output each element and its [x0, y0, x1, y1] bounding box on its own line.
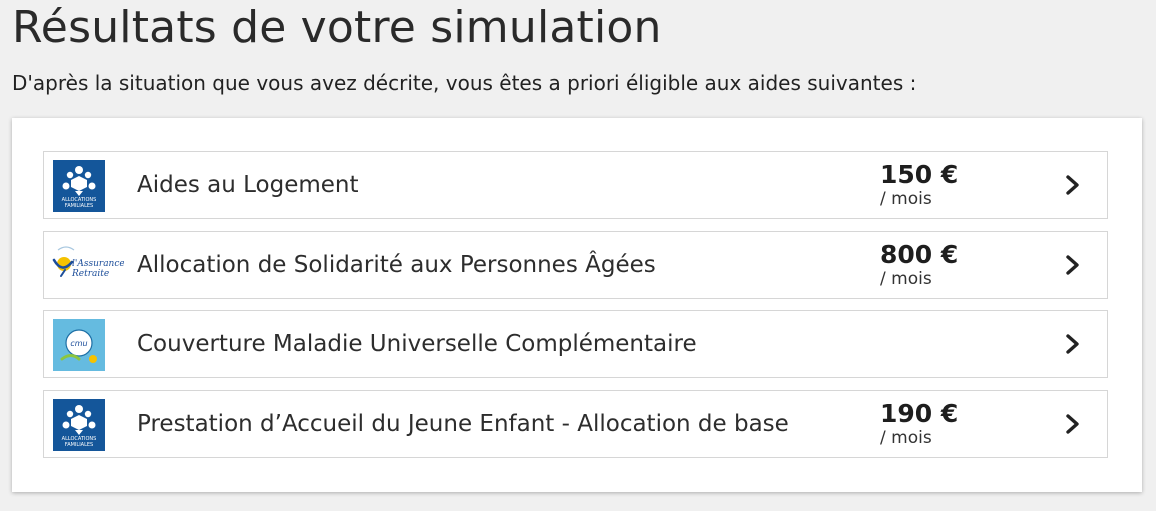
- chevron-right-icon[interactable]: [1064, 413, 1082, 435]
- aid-amount: 190 €: [880, 399, 959, 428]
- aid-name: Allocation de Solidarité aux Personnes Â…: [137, 252, 656, 278]
- chevron-right-icon[interactable]: [1064, 333, 1082, 355]
- caf-logo-text: ALLOCATIONS FAMILIALES: [61, 436, 97, 448]
- assurance-retraite-logo-text: l'Assurance Retraite: [72, 259, 124, 279]
- caf-logo: ALLOCATIONS FAMILIALES: [53, 160, 105, 212]
- results-card: ALLOCATIONS FAMILIALES Aides au Logement…: [12, 118, 1142, 492]
- aid-amount: 150 €: [880, 160, 959, 189]
- chevron-right-icon[interactable]: [1064, 254, 1082, 276]
- caf-logo-text: ALLOCATIONS FAMILIALES: [61, 197, 97, 209]
- aid-row-aspa[interactable]: l'Assurance Retraite Allocation de Solid…: [43, 231, 1108, 299]
- aid-period: / mois: [880, 269, 932, 289]
- page-title: Résultats de votre simulation: [12, 2, 662, 53]
- aid-period: / mois: [880, 189, 932, 209]
- results-page: Résultats de votre simulation D'après la…: [0, 0, 1156, 511]
- aid-name: Couverture Maladie Universelle Complémen…: [137, 331, 697, 357]
- logo-text-line2: Retraite: [72, 269, 110, 279]
- aid-row-paje[interactable]: ALLOCATIONS FAMILIALES Prestation d’Accu…: [43, 390, 1108, 458]
- aid-row-aides-logement[interactable]: ALLOCATIONS FAMILIALES Aides au Logement…: [43, 151, 1108, 219]
- cmu-logo: cmu: [53, 319, 105, 371]
- aid-name: Aides au Logement: [137, 172, 359, 198]
- aid-amount-block: 190 € / mois: [880, 399, 1000, 447]
- assurance-retraite-logo: l'Assurance Retraite: [52, 240, 124, 292]
- aid-name: Prestation d’Accueil du Jeune Enfant - A…: [137, 411, 789, 437]
- aid-row-cmu-c[interactable]: cmu Couverture Maladie Universelle Compl…: [43, 310, 1108, 378]
- aid-amount-block: 800 € / mois: [880, 240, 1000, 288]
- logo-text-line1: l'Assurance: [72, 259, 124, 269]
- aid-amount-block: 150 € / mois: [880, 160, 1000, 208]
- cmu-logo-text: cmu: [70, 339, 87, 348]
- eligibility-intro: D'après la situation que vous avez décri…: [12, 71, 917, 95]
- caf-logo: ALLOCATIONS FAMILIALES: [53, 399, 105, 451]
- chevron-right-icon[interactable]: [1064, 174, 1082, 196]
- aid-period: / mois: [880, 428, 932, 448]
- aid-amount: 800 €: [880, 240, 959, 269]
